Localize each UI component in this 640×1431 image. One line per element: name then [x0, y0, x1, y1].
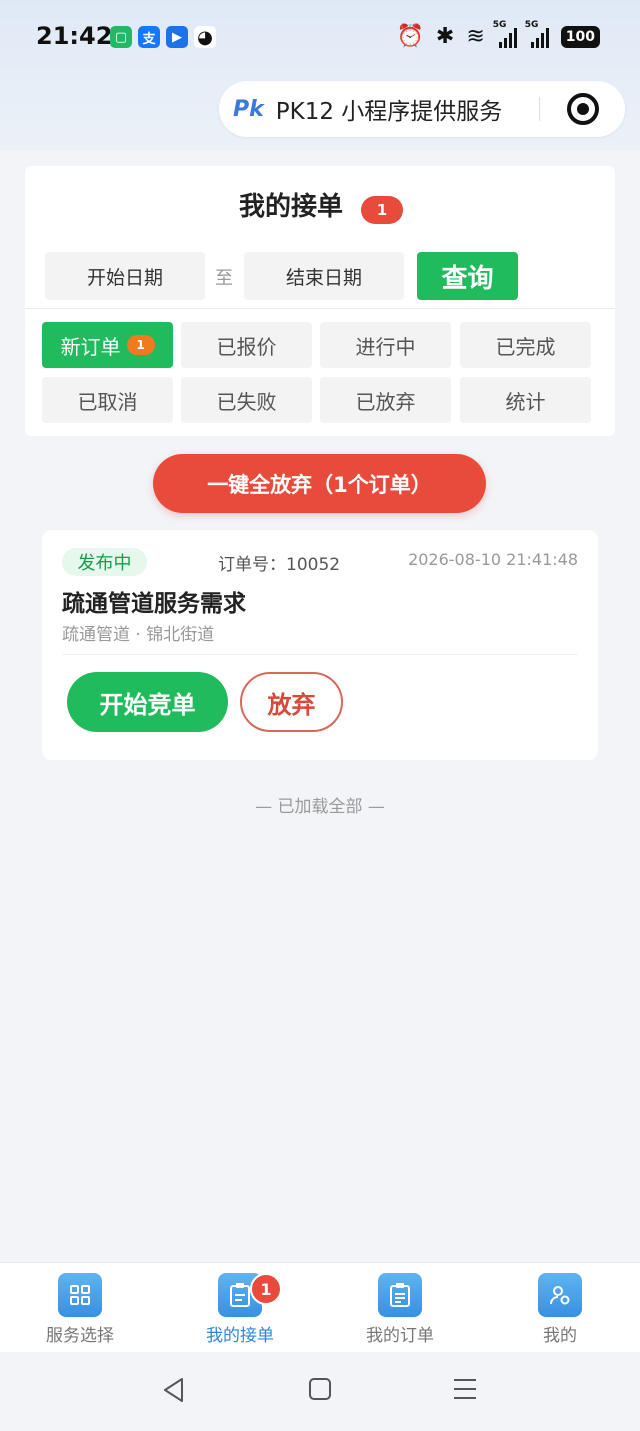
miniprogram-capsule[interactable]: Pk PK12 小程序提供服务	[219, 81, 625, 137]
bottom-nav: 服务选择 1 我的接单 我的订单 我的	[0, 1262, 640, 1352]
list-end-indicator: — 已加载全部 —	[255, 797, 385, 817]
capsule-divider	[539, 97, 540, 121]
date-separator: 至	[215, 268, 233, 289]
status-badge: 发布中	[62, 548, 147, 576]
nav-label: 我的接单	[206, 1326, 274, 1346]
phone-manager-icon: ▢	[110, 26, 132, 48]
tab-in-progress[interactable]: 进行中	[320, 322, 451, 368]
nav-my-accepted[interactable]: 1 我的接单	[160, 1263, 320, 1353]
nav-service-select[interactable]: 服务选择	[0, 1263, 160, 1353]
page-title: 我的接单	[239, 192, 344, 222]
close-target-icon[interactable]	[567, 93, 599, 125]
nav-count-badge: 1	[250, 1273, 282, 1305]
bluetooth-icon: ✱	[435, 24, 455, 49]
abandon-all-button[interactable]: 一键全放弃（1个订单）	[153, 454, 486, 513]
order-subtitle: 疏通管道 · 锦北街道	[62, 625, 215, 645]
signal-icon: 5G	[525, 20, 549, 48]
start-bid-button[interactable]: 开始竞单	[67, 672, 228, 732]
alarm-icon: ⏰	[396, 24, 424, 49]
divider	[25, 308, 615, 309]
order-card[interactable]: 发布中 订单号：10052 2026-08-10 21:41:48 疏通管道服务…	[42, 530, 598, 760]
filter-card: 我的接单 1 开始日期 至 结束日期 查询 新订单 1 已报价 进行中 已完成 …	[25, 166, 615, 436]
nav-label: 我的	[543, 1326, 577, 1346]
home-icon[interactable]	[305, 1376, 335, 1406]
system-nav-bar	[0, 1352, 640, 1431]
tab-label: 新订单	[60, 334, 121, 359]
tab-statistics[interactable]: 统计	[460, 377, 591, 423]
tab-quoted[interactable]: 已报价	[181, 322, 312, 368]
order-title: 疏通管道服务需求	[62, 591, 246, 617]
order-timestamp: 2026-08-10 21:41:48	[408, 550, 578, 569]
notification-icons: ▢ 支 ▶ ◕	[110, 26, 216, 48]
back-icon[interactable]	[158, 1376, 188, 1406]
signal-icon: 5G	[493, 20, 517, 48]
nav-my-orders[interactable]: 我的订单	[320, 1263, 480, 1353]
status-bar: 21:42 ▢ 支 ▶ ◕ ⏰ ✱ ≋ 5G 5G 100	[0, 0, 640, 76]
start-date-picker[interactable]: 开始日期	[45, 252, 205, 300]
order-number: 订单号：10052	[218, 555, 341, 575]
provider-title: PK12 小程序提供服务	[275, 99, 503, 125]
network-type-label: 5G	[524, 20, 539, 30]
menu-icon[interactable]	[450, 1376, 480, 1406]
order-list-icon	[378, 1273, 422, 1317]
end-date-picker[interactable]: 结束日期	[244, 252, 404, 300]
alipay-icon: 支	[138, 26, 160, 48]
query-button[interactable]: 查询	[417, 252, 518, 300]
user-settings-icon	[538, 1273, 582, 1317]
wifi-icon: ≋	[466, 24, 485, 49]
status-indicators: ⏰ ✱ ≋ 5G 5G 100	[396, 20, 600, 50]
clock: 21:42	[36, 22, 113, 50]
nav-label: 服务选择	[46, 1326, 114, 1346]
tab-abandoned[interactable]: 已放弃	[320, 377, 451, 423]
tab-count-badge: 1	[126, 335, 155, 355]
tab-completed[interactable]: 已完成	[460, 322, 591, 368]
title-count-badge: 1	[361, 196, 403, 224]
tab-cancelled[interactable]: 已取消	[42, 377, 173, 423]
battery-indicator: 100	[560, 26, 600, 48]
nav-profile[interactable]: 我的	[480, 1263, 640, 1353]
provider-logo: Pk	[233, 96, 264, 122]
tab-new-orders[interactable]: 新订单 1	[42, 322, 173, 368]
give-up-button[interactable]: 放弃	[240, 672, 343, 732]
play-icon: ▶	[166, 26, 188, 48]
network-type-label: 5G	[492, 20, 507, 30]
qq-icon: ◕	[194, 26, 216, 48]
divider	[62, 654, 578, 655]
grid-icon	[58, 1273, 102, 1317]
nav-label: 我的订单	[366, 1326, 434, 1346]
tab-failed[interactable]: 已失败	[181, 377, 312, 423]
